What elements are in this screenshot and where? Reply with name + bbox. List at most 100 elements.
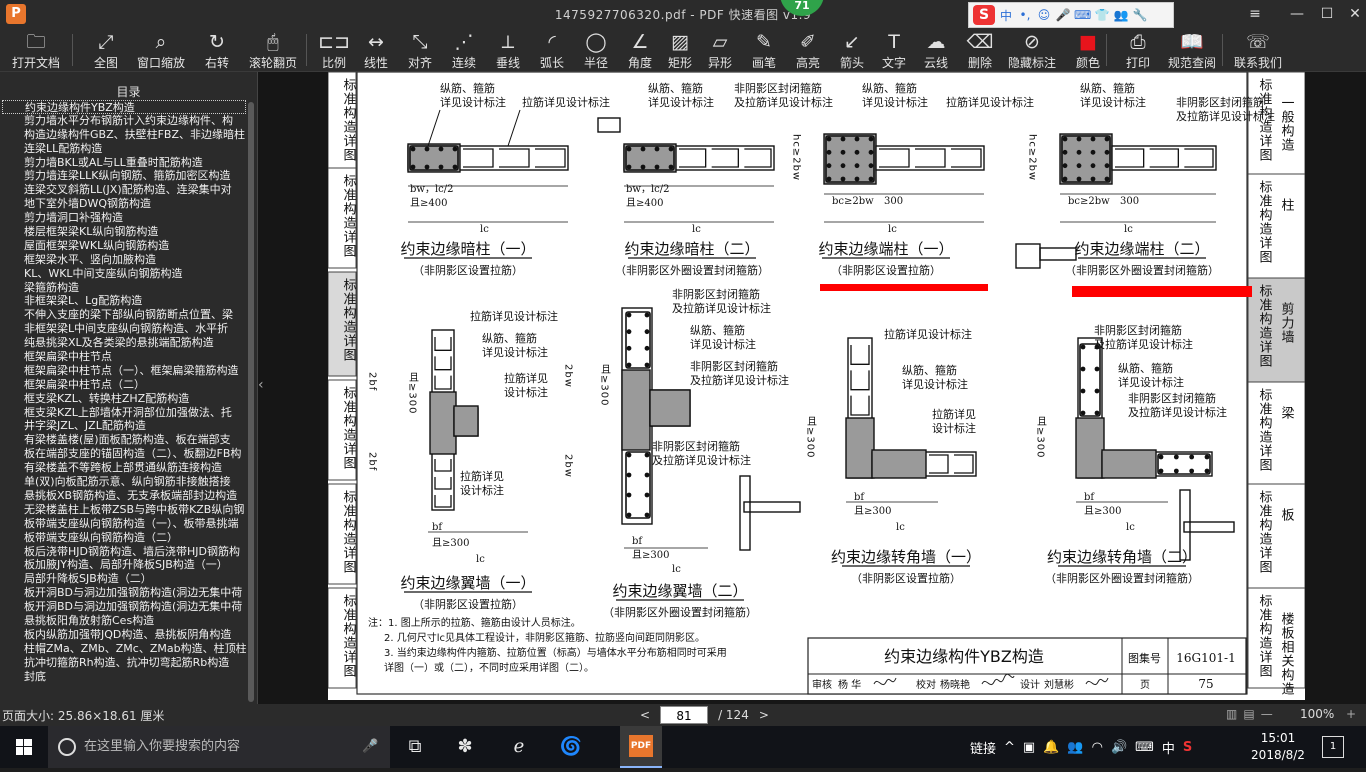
toc-item[interactable]: 板在端部支座的锚固构造（二）、板翻边FB构 bbox=[2, 447, 246, 461]
toc-item[interactable]: 连梁LL配筋构造 bbox=[2, 142, 246, 156]
toolbar-button-text[interactable]: T 文字 bbox=[874, 30, 914, 72]
toc-item[interactable]: 约束边缘构件YBZ构造 bbox=[2, 100, 246, 114]
taskbar-clock[interactable]: 15:01 2018/8/2 bbox=[1248, 730, 1308, 764]
toolbar-button-print[interactable]: ⎙ 打印 bbox=[1118, 30, 1158, 72]
tray-volume-icon[interactable]: 🔊 bbox=[1111, 740, 1127, 755]
toc-item[interactable]: 框架梁水平、竖向加腋构造 bbox=[2, 253, 246, 267]
toc-item[interactable]: 板带端支座纵向钢筋构造（一）、板带悬挑端 bbox=[2, 517, 246, 531]
tray-links-label[interactable]: 链接 bbox=[970, 738, 996, 757]
tray-app-icon[interactable]: ▣ bbox=[1023, 740, 1035, 755]
toc-item[interactable]: KL、WKL中间支座纵向钢筋构造 bbox=[2, 267, 246, 281]
restore-button[interactable]: ☐ bbox=[1312, 4, 1342, 24]
tray-bell-icon[interactable]: 🔔 bbox=[1043, 740, 1059, 755]
toc-item[interactable]: 剪力墙BKL或AL与LL重叠时配筋构造 bbox=[2, 156, 246, 170]
single-page-view-icon[interactable]: ▥ bbox=[1226, 707, 1237, 721]
ime-punct-icon[interactable]: •, bbox=[1017, 8, 1033, 22]
ime-emoji-icon[interactable]: ☺ bbox=[1036, 8, 1052, 22]
toolbar-button-book[interactable]: 📖 规范查阅 bbox=[1164, 30, 1220, 72]
start-button[interactable] bbox=[0, 726, 48, 768]
toc-item[interactable]: 板后浇带HJD钢筋构造、墙后浇带HJD钢筋构 bbox=[2, 545, 246, 559]
page-number-input[interactable]: 81 bbox=[660, 706, 709, 724]
toc-item[interactable]: 剪力墙水平分布钢筋计入约束边缘构件、构 bbox=[2, 114, 246, 128]
toc-item[interactable]: 构造边缘构件GBZ、扶壁柱FBZ、非边缘暗柱 bbox=[2, 128, 246, 142]
toc-scrollbar-thumb[interactable] bbox=[248, 102, 254, 702]
taskbar-search[interactable]: 在这里输入你要搜索的内容 🎤 bbox=[48, 726, 390, 768]
toc-item[interactable]: 非框架梁L中间支座纵向钢筋构造、水平折 bbox=[2, 322, 246, 336]
toolbar-button-arrow[interactable]: ↙ 箭头 bbox=[832, 30, 872, 72]
toc-item[interactable]: 梁箍筋构造 bbox=[2, 281, 246, 295]
toolbar-button-folder[interactable]: 🗀 打开文档 bbox=[8, 30, 64, 72]
zoom-out-button[interactable]: — bbox=[1261, 707, 1273, 721]
toolbar-button-scale[interactable]: ⊏⊐ 比例 bbox=[316, 30, 352, 72]
tray-keyboard-icon[interactable]: ⌨ bbox=[1135, 740, 1154, 755]
action-center-icon[interactable]: 1 bbox=[1322, 736, 1344, 758]
toc-item[interactable]: 有梁楼盖楼(屋)面板配筋构造、板在端部支 bbox=[2, 433, 246, 447]
toc-item[interactable]: 地下室外墙DWQ钢筋构造 bbox=[2, 197, 246, 211]
toolbar-button-pen[interactable]: ✎ 画笔 bbox=[744, 30, 784, 72]
continuous-view-icon[interactable]: ▤ bbox=[1243, 707, 1254, 721]
toolbar-button-arc[interactable]: ◜ 弧长 bbox=[532, 30, 572, 72]
task-view-icon[interactable]: ⧉ bbox=[402, 734, 428, 760]
tray-expand-icon[interactable]: ^ bbox=[1004, 740, 1015, 755]
toolbar-button-zoom[interactable]: ⌕ 窗口缩放 bbox=[132, 30, 190, 72]
toc-item[interactable]: 剪力墙洞口补强构造 bbox=[2, 211, 246, 225]
swirl-app-icon[interactable]: 🌀 bbox=[558, 734, 584, 760]
pdf-page[interactable]: 标准构造详图 标准构造详图 标准构造详图 标准构造详图 标准构造详图 标准构造详图 标准构造… bbox=[328, 72, 1305, 700]
toolbar-button-perpendicular[interactable]: ⟂ 垂线 bbox=[488, 30, 528, 72]
toc-item[interactable]: 悬挑板XB钢筋构造、无支承板端部封边构造 bbox=[2, 489, 246, 503]
ime-tools-icon[interactable]: 🔧 bbox=[1132, 8, 1148, 22]
sogou-logo-icon[interactable]: S bbox=[973, 5, 995, 25]
toc-item[interactable]: 抗冲切箍筋Rh构造、抗冲切弯起筋Rb构造 bbox=[2, 656, 246, 670]
document-viewport[interactable]: ‹ 标准构造详图 标准构造详图 标准构造详图 标准构造详图 标准构造详图 标准构造详图 标准… bbox=[258, 72, 1366, 704]
toc-item[interactable]: 有梁楼盖不等跨板上部贯通纵筋连接构造 bbox=[2, 461, 246, 475]
toolbar-button-contact[interactable]: ☏ 联系我们 bbox=[1230, 30, 1286, 72]
toc-item[interactable]: 板开洞BD与洞边加强钢筋构造(洞边无集中荷 bbox=[2, 586, 246, 600]
toc-item[interactable]: 非框架梁L、Lg配筋构造 bbox=[2, 294, 246, 308]
toc-item[interactable]: 柱帽ZMa、ZMb、ZMc、ZMab构造、柱顶柱帽 bbox=[2, 642, 246, 656]
toc-scrollbar[interactable] bbox=[246, 102, 256, 702]
toolbar-button-fit[interactable]: ⤢ 全图 bbox=[84, 30, 128, 72]
toc-item[interactable]: 楼层框架梁KL纵向钢筋构造 bbox=[2, 225, 246, 239]
toolbar-button-highlight[interactable]: ✐ 高亮 bbox=[788, 30, 828, 72]
toc-item[interactable]: 框架扁梁中柱节点（一）、框架扁梁箍筋构造 bbox=[2, 364, 246, 378]
toolbar-button-aligned[interactable]: ⤡ 对齐 bbox=[400, 30, 440, 72]
toolbar-button-rotate[interactable]: ↻ 右转 bbox=[196, 30, 238, 72]
menu-icon[interactable]: ≡ bbox=[1240, 4, 1270, 24]
toolbar-button-eraser[interactable]: ⌫ 删除 bbox=[960, 30, 1000, 72]
toc-item[interactable]: 无梁楼盖柱上板带ZSB与跨中板带KZB纵向钢 bbox=[2, 503, 246, 517]
tray-ime-label[interactable]: 中 bbox=[1162, 738, 1175, 757]
toolbar-button-mouse[interactable]: 🖱 滚轮翻页 bbox=[244, 30, 302, 72]
tray-people-icon[interactable]: 👥 bbox=[1067, 740, 1083, 755]
toolbar-button-angle[interactable]: ∠ 角度 bbox=[620, 30, 660, 72]
toc-item[interactable]: 井字梁JZL、JZL配筋构造 bbox=[2, 419, 246, 433]
toc-item[interactable]: 框架扁梁中柱节点 bbox=[2, 350, 246, 364]
fan-app-icon[interactable]: ✽ bbox=[452, 734, 478, 760]
toc-item[interactable]: 不伸入支座的梁下部纵向钢筋断点位置、梁 bbox=[2, 308, 246, 322]
toc-item[interactable]: 板开洞BD与洞边加强钢筋构造(洞边无集中荷 bbox=[2, 600, 246, 614]
toolbar-button-rect[interactable]: ▨ 矩形 bbox=[660, 30, 700, 72]
toolbar-button-hide[interactable]: ⊘ 隐藏标注 bbox=[1004, 30, 1060, 72]
ime-skin-icon[interactable]: 👕 bbox=[1094, 8, 1110, 22]
tray-wifi-icon[interactable]: ◠ bbox=[1092, 740, 1103, 755]
toc-item[interactable]: 剪力墙连梁LLK纵向钢筋、箍筋加密区构造 bbox=[2, 169, 246, 183]
next-page-button[interactable]: > bbox=[759, 708, 769, 722]
toc-item[interactable]: 板带端支座纵向钢筋构造（二） bbox=[2, 531, 246, 545]
microphone-icon[interactable]: 🎤 bbox=[362, 726, 378, 768]
toc-item[interactable]: 悬挑板阳角放射筋Ces构造 bbox=[2, 614, 246, 628]
toolbar-button-shape[interactable]: ▱ 异形 bbox=[700, 30, 740, 72]
ie-browser-icon[interactable]: ℯ bbox=[506, 734, 532, 760]
ime-lang-toggle[interactable]: 中 bbox=[998, 7, 1014, 24]
collapse-sidebar-icon[interactable]: ‹ bbox=[258, 377, 270, 407]
toc-item[interactable]: 封底 bbox=[2, 670, 246, 684]
toc-item[interactable]: 连梁交叉斜筋LL(JX)配筋构造、连梁集中对 bbox=[2, 183, 246, 197]
toc-item[interactable]: 框支梁KZL上部墙体开洞部位加强做法、托 bbox=[2, 406, 246, 420]
prev-page-button[interactable]: < bbox=[640, 708, 650, 722]
toc-item[interactable]: 板加腋JY构造、局部升降板SJB构造（一） bbox=[2, 558, 246, 572]
zoom-level[interactable]: 100% bbox=[1300, 707, 1334, 721]
toc-item[interactable]: 局部升降板SJB构造（二） bbox=[2, 572, 246, 586]
toolbar-button-cloud[interactable]: ☁ 云线 bbox=[916, 30, 956, 72]
toc-item[interactable]: 屋面框架梁WKL纵向钢筋构造 bbox=[2, 239, 246, 253]
toc-item[interactable]: 板内纵筋加强带JQD构造、悬挑板阴角构造 bbox=[2, 628, 246, 642]
ime-voice-icon[interactable]: 🎤 bbox=[1055, 8, 1071, 22]
toolbar-button-color[interactable]: ■ 颜色 bbox=[1068, 30, 1108, 72]
